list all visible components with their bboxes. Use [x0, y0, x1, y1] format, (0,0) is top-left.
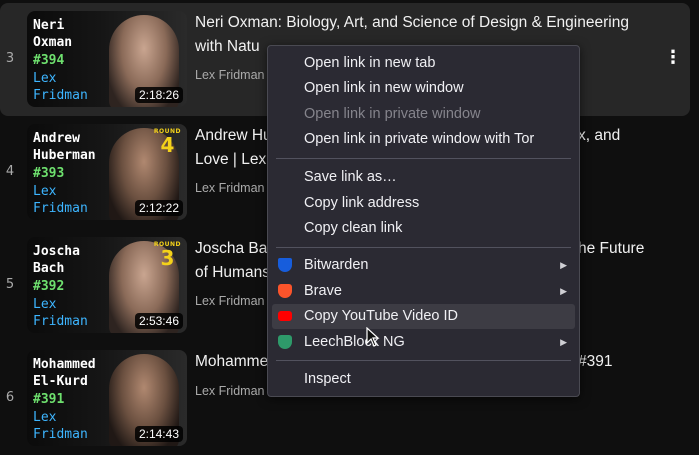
menu-inspect[interactable]: Inspect	[272, 367, 575, 392]
video-thumbnail[interactable]: Mohammed El-Kurd #391 Lex Fridman 2:14:43	[27, 350, 187, 446]
submenu-arrow-icon: ▶	[560, 286, 567, 296]
thumb-host-name: Lex Fridman	[33, 184, 88, 216]
video-title[interactable]: Andrew Hu Love | Lex	[195, 124, 272, 172]
video-title[interactable]: Mohamme	[195, 350, 268, 374]
video-title-visible-end[interactable]: x, and	[578, 124, 620, 148]
menu-item-label: Copy YouTube Video ID	[304, 308, 458, 324]
video-title[interactable]: Joscha Ba of Humans	[195, 237, 270, 285]
menu-separator	[276, 360, 571, 361]
menu-open-private-window: Open link in private window	[304, 106, 481, 122]
more-vertical-icon[interactable]: ⋮	[664, 49, 682, 67]
video-duration: 2:18:26	[134, 87, 183, 103]
leechblock-icon	[278, 335, 292, 349]
menu-separator	[276, 247, 571, 248]
submenu-arrow-icon: ▶	[560, 337, 567, 347]
menu-copy-link-address[interactable]: Copy link address	[272, 191, 575, 216]
video-duration: 2:12:22	[134, 200, 183, 216]
item-index: 4	[5, 164, 15, 179]
item-index: 5	[5, 277, 15, 292]
video-title-visible-end[interactable]: #391	[578, 350, 612, 374]
bitwarden-icon	[278, 258, 292, 272]
menu-save-link-as[interactable]: Save link as…	[272, 165, 575, 190]
item-index: 6	[5, 390, 15, 405]
thumb-host-name: Lex Fridman	[33, 297, 88, 329]
item-index: 3	[5, 51, 15, 66]
video-duration: 2:53:46	[134, 313, 183, 329]
menu-copy-clean-link[interactable]: Copy clean link	[272, 216, 575, 241]
video-title-visible-end[interactable]: he Future	[578, 237, 644, 261]
menu-bitwarden[interactable]: Bitwarden ▶	[272, 253, 575, 278]
round-badge: ROUND 4	[153, 128, 181, 157]
youtube-icon	[278, 311, 292, 321]
menu-item-label: Bitwarden	[304, 257, 369, 273]
menu-leechblock-ng[interactable]: LeechBlock NG ▶	[272, 330, 575, 355]
menu-copy-youtube-video-id[interactable]: Copy YouTube Video ID	[272, 304, 575, 329]
thumb-guest-name: Neri Oxman	[33, 18, 73, 50]
thumb-host-name: Lex Fridman	[33, 71, 88, 103]
thumb-guest-name: Andrew Huberman	[33, 131, 96, 163]
thumb-episode-number: #392	[33, 279, 65, 294]
menu-brave[interactable]: Brave ▶	[272, 279, 575, 304]
menu-item-label: LeechBlock NG	[304, 334, 405, 350]
channel-name[interactable]: Lex Fridman	[195, 181, 264, 195]
thumb-host-name: Lex Fridman	[33, 410, 88, 442]
channel-name[interactable]: Lex Fridman	[195, 68, 264, 82]
menu-item-label: Brave	[304, 283, 342, 299]
menu-open-new-tab[interactable]: Open link in new tab	[272, 51, 575, 76]
video-thumbnail[interactable]: ROUND 3 Joscha Bach #392 Lex Fridman 2:53:4…	[27, 237, 187, 333]
brave-icon	[278, 284, 292, 298]
video-duration: 2:14:43	[134, 426, 183, 442]
menu-open-private-window-tor[interactable]: Open link in private window with Tor	[272, 127, 575, 152]
context-menu: Open link in new tab Open link in new wi…	[267, 45, 580, 397]
submenu-arrow-icon: ▶	[560, 260, 567, 270]
menu-separator	[276, 158, 571, 159]
round-badge: ROUND 3	[153, 241, 181, 270]
thumb-episode-number: #393	[33, 166, 65, 181]
channel-name[interactable]: Lex Fridman	[195, 384, 264, 398]
video-thumbnail[interactable]: Neri Oxman #394 Lex Fridman 2:18:26	[27, 11, 187, 107]
thumb-guest-name: Mohammed El-Kurd	[33, 357, 96, 389]
menu-open-new-window[interactable]: Open link in new window	[272, 76, 575, 101]
channel-name[interactable]: Lex Fridman	[195, 294, 264, 308]
thumb-episode-number: #394	[33, 53, 65, 68]
video-thumbnail[interactable]: ROUND 4 Andrew Huberman #393 Lex Fridman 2:…	[27, 124, 187, 220]
mouse-cursor-icon	[366, 327, 380, 347]
thumb-episode-number: #391	[33, 392, 65, 407]
thumb-guest-name: Joscha Bach	[33, 244, 80, 276]
